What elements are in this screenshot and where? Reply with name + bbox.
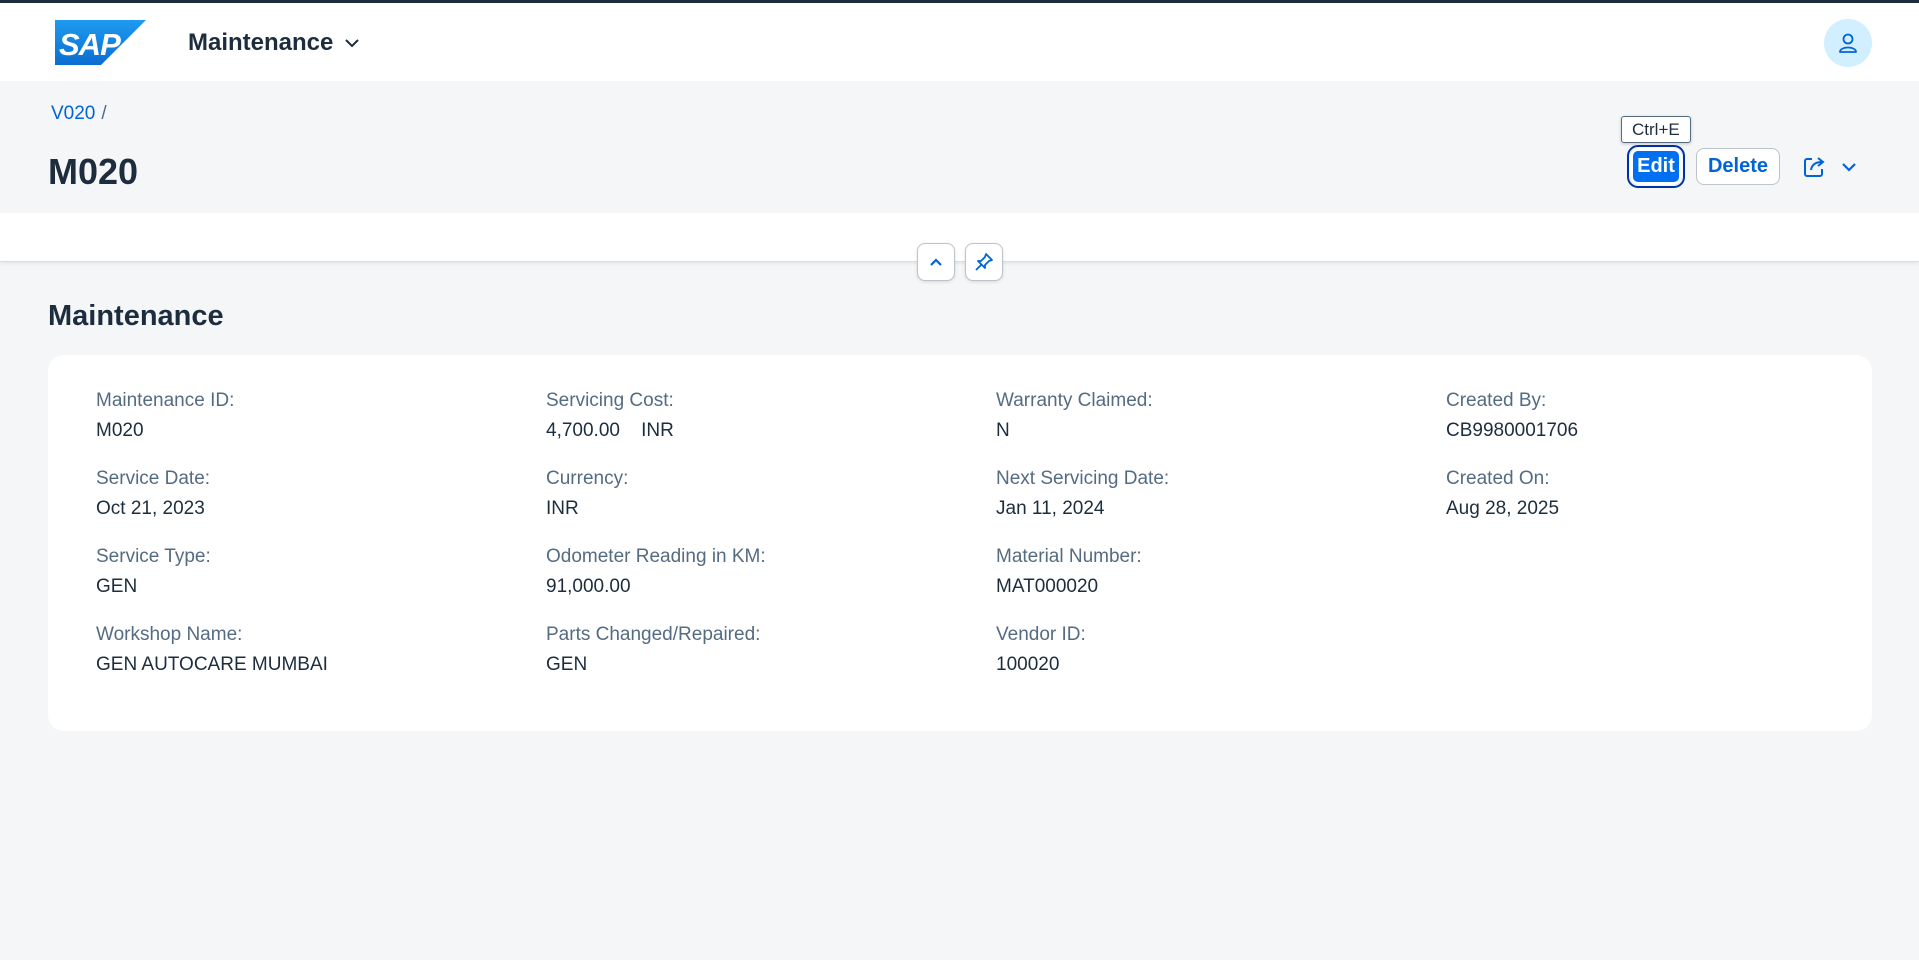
delete-button[interactable]: Delete (1696, 148, 1780, 185)
field-created-on: Created On: Aug 28, 2025 (1446, 467, 1846, 521)
field-value: MAT000020 (996, 576, 1099, 597)
chevron-down-icon (345, 39, 360, 48)
user-avatar[interactable] (1824, 19, 1872, 67)
shell-bar: SAP Maintenance (0, 3, 1919, 81)
field-next-servicing-date: Next Servicing Date: Jan 11, 2024 (996, 467, 1396, 521)
field-vendor-id: Vendor ID: 100020 (996, 623, 1396, 677)
person-icon (1839, 33, 1857, 53)
field-label: Warranty Claimed: (996, 390, 1153, 411)
field-workshop-name: Workshop Name: GEN AUTOCARE MUMBAI (96, 623, 496, 677)
svg-text:SAP: SAP (59, 27, 121, 62)
edit-tooltip: Ctrl+E (1621, 116, 1691, 143)
field-label: Parts Changed/Repaired: (546, 624, 761, 645)
field-value: M020 (96, 420, 144, 441)
breadcrumb: V020 / (51, 103, 107, 125)
breadcrumb-separator: / (101, 103, 107, 124)
field-label: Next Servicing Date: (996, 468, 1170, 489)
field-service-type: Service Type: GEN (96, 545, 496, 599)
field-parts-changed: Parts Changed/Repaired: GEN (546, 623, 946, 677)
field-value: 100020 (996, 654, 1060, 675)
field-material-number: Material Number: MAT000020 (996, 545, 1396, 599)
field-value: Aug 28, 2025 (1446, 498, 1560, 519)
field-label: Currency: (546, 468, 629, 489)
field-label: Created By: (1446, 390, 1547, 411)
field-label: Created On: (1446, 468, 1550, 489)
field-label: Workshop Name: (96, 624, 243, 645)
app-title-label: Maintenance (188, 29, 334, 56)
header-actions: Edit Delete (1627, 145, 1866, 188)
field-currency: Currency: INR (546, 467, 946, 521)
pin-header-button[interactable] (965, 243, 1003, 281)
field-maintenance-id: Maintenance ID: M020 (96, 389, 496, 443)
field-value: CB9980001706 (1446, 420, 1579, 441)
app-title-menu[interactable]: Maintenance (188, 29, 361, 57)
field-odometer-reading: Odometer Reading in KM: 91,000.00 (546, 545, 946, 599)
field-label: Material Number: (996, 546, 1142, 567)
field-label: Service Type: (96, 546, 211, 567)
field-value: 4,700.00 INR (546, 420, 674, 441)
chevron-down-icon (1842, 162, 1856, 172)
field-value: GEN (546, 654, 588, 675)
field-label: Servicing Cost: (546, 390, 674, 411)
collapse-header-button[interactable] (917, 243, 955, 281)
chevron-up-icon (930, 258, 942, 266)
field-servicing-cost: Servicing Cost: 4,700.00 INR (546, 389, 946, 443)
field-value: GEN (96, 576, 138, 597)
field-label: Vendor ID: (996, 624, 1086, 645)
sap-logo[interactable]: SAP (55, 20, 146, 65)
field-label: Odometer Reading in KM: (546, 546, 766, 567)
field-label: Maintenance ID: (96, 390, 235, 411)
share-icon (1804, 156, 1825, 177)
edit-button[interactable]: Edit (1627, 145, 1685, 188)
breadcrumb-link-v020[interactable]: V020 (51, 103, 95, 125)
pin-icon (975, 253, 993, 271)
maintenance-details-card: Maintenance ID: M020 Service Date: Oct 2… (48, 355, 1872, 731)
field-value: Oct 21, 2023 (96, 498, 205, 519)
object-page-header: V020 / M020 Edit Delete (0, 81, 1919, 213)
share-menu-button[interactable] (1794, 148, 1866, 185)
field-label: Service Date: (96, 468, 211, 489)
field-value: Jan 11, 2024 (996, 498, 1105, 519)
field-service-date: Service Date: Oct 21, 2023 (96, 467, 496, 521)
page-title: M020 (48, 151, 139, 192)
field-value: 91,000.00 (546, 576, 631, 597)
field-warranty-claimed: Warranty Claimed: N (996, 389, 1396, 443)
section-title: Maintenance (48, 300, 224, 332)
field-value: N (996, 420, 1010, 441)
field-value: INR (546, 498, 579, 519)
field-value: GEN AUTOCARE MUMBAI (96, 654, 328, 675)
field-created-by: Created By: CB9980001706 (1446, 389, 1846, 443)
header-content-area (0, 213, 1919, 262)
